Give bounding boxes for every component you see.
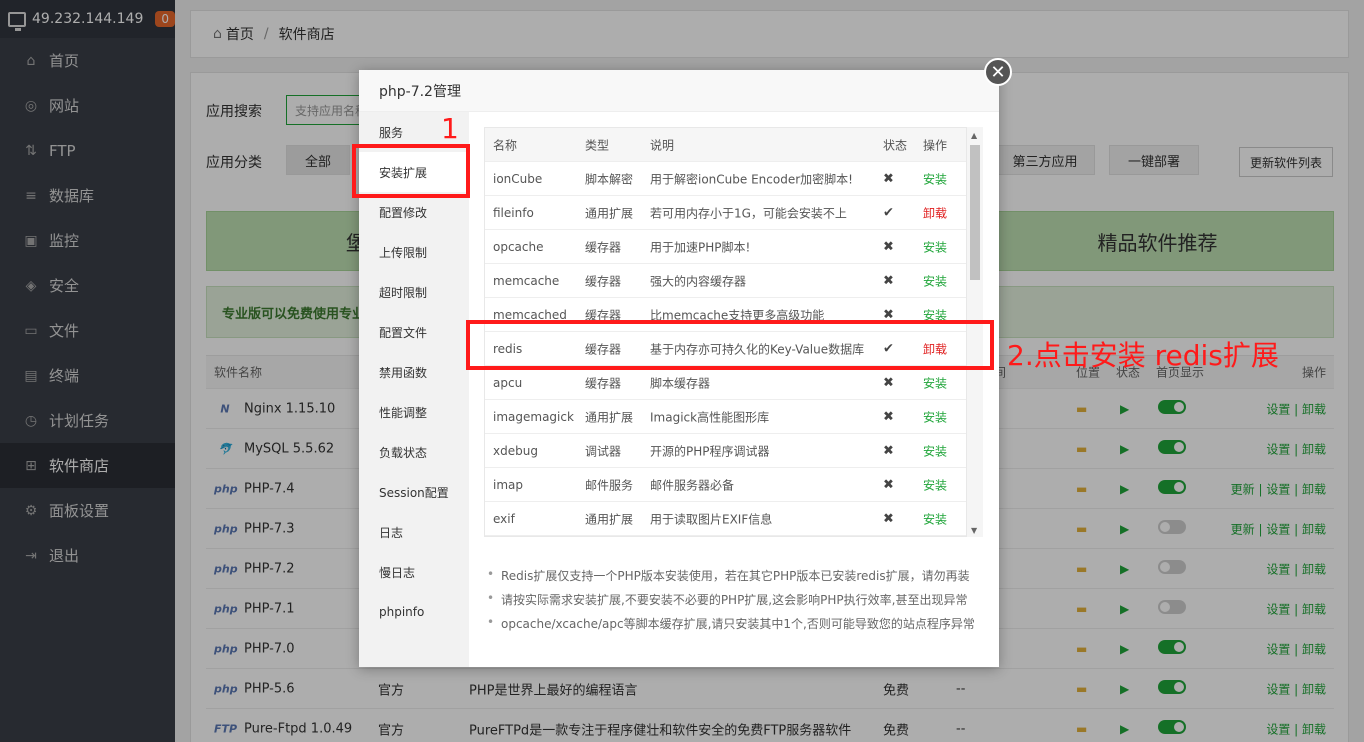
ext-header-name: 名称 (493, 138, 518, 152)
extension-name: imap (493, 477, 523, 492)
tip-item: opcache/xcache/apc等脚本缓存扩展,请只安装其中1个,否则可能导… (487, 615, 987, 639)
cross-icon: ✖ (883, 273, 894, 288)
extension-name: imagemagick (493, 409, 574, 424)
extension-table-header: 名称 类型 说明 状态 操作 (485, 128, 966, 162)
install-link[interactable]: 安装 (923, 272, 947, 289)
extension-row: xdebug 调试器 开源的PHP程序调试器 ✖ 安装 (485, 434, 966, 468)
ext-header-type: 类型 (585, 138, 610, 152)
tip-item: 请按实际需求安装扩展,不要安装不必要的PHP扩展,这会影响PHP执行效率,甚至出… (487, 591, 987, 615)
install-link[interactable]: 安装 (923, 170, 947, 187)
extension-description: 开源的PHP程序调试器 (650, 444, 770, 458)
extension-description: 邮件服务器必备 (650, 478, 735, 492)
extension-name: apcu (493, 375, 523, 390)
dialog-tab-8[interactable]: 负载状态 (359, 432, 469, 472)
extension-description: 用于读取图片EXIF信息 (650, 512, 773, 526)
extension-type: 缓存器 (585, 376, 622, 390)
extension-type: 邮件服务 (585, 478, 634, 492)
extension-description: 强大的内容缓存器 (650, 274, 747, 288)
extension-type: 调试器 (585, 444, 622, 458)
cross-icon: ✖ (883, 239, 894, 254)
extension-row: exif 通用扩展 用于读取图片EXIF信息 ✖ 安装 (485, 502, 966, 536)
install-link[interactable]: 安装 (923, 238, 947, 255)
dialog-tab-4[interactable]: 超时限制 (359, 272, 469, 312)
dialog-tab-3[interactable]: 上传限制 (359, 232, 469, 272)
install-link[interactable]: 安装 (923, 374, 947, 391)
extension-type: 缓存器 (585, 274, 622, 288)
cross-icon: ✖ (883, 409, 894, 424)
dialog-tab-9[interactable]: Session配置 (359, 472, 469, 512)
extension-description: 用于加速PHP脚本! (650, 240, 751, 254)
ext-header-status: 状态 (883, 138, 908, 152)
dialog-tab-11[interactable]: 慢日志 (359, 552, 469, 592)
extension-name: memcache (493, 273, 560, 288)
extension-description: Imagick高性能图形库 (650, 410, 770, 424)
annotation-step-2: 2.点击安装 redis扩展 (1007, 339, 1279, 372)
install-link[interactable]: 安装 (923, 476, 947, 493)
extension-row: fileinfo 通用扩展 若可用内存小于1G，可能会安装不上 ✔ 卸载 (485, 196, 966, 230)
extension-name: exif (493, 511, 515, 526)
scrollbar-thumb[interactable] (970, 145, 980, 280)
dialog-tab-5[interactable]: 配置文件 (359, 312, 469, 352)
extension-row: imagemagick 通用扩展 Imagick高性能图形库 ✖ 安装 (485, 400, 966, 434)
extension-description: 用于解密ionCube Encoder加密脚本! (650, 172, 853, 186)
tip-item: Redis扩展仅支持一个PHP版本安装使用，若在其它PHP版本已安装redis扩… (487, 567, 987, 591)
annotation-box-redis-row (466, 320, 994, 370)
extension-type: 缓存器 (585, 240, 622, 254)
scroll-up-icon[interactable]: ▲ (971, 131, 977, 140)
extension-name: fileinfo (493, 205, 534, 220)
dialog-title: php-7.2管理 (359, 70, 999, 112)
cross-icon: ✖ (883, 171, 894, 186)
extension-row: ionCube 脚本解密 用于解密ionCube Encoder加密脚本! ✖ 安装 (485, 162, 966, 196)
dialog-tab-7[interactable]: 性能调整 (359, 392, 469, 432)
dialog-tab-2[interactable]: 配置修改 (359, 192, 469, 232)
install-link[interactable]: 安装 (923, 408, 947, 425)
check-icon: ✔ (883, 205, 894, 220)
install-link[interactable]: 安装 (923, 442, 947, 459)
extension-name: ionCube (493, 171, 543, 186)
extension-row: opcache 缓存器 用于加速PHP脚本! ✖ 安装 (485, 230, 966, 264)
dialog-tab-12[interactable]: phpinfo (359, 592, 469, 632)
extension-description: 若可用内存小于1G，可能会安装不上 (650, 206, 847, 220)
annotation-step-1: 1 (441, 112, 459, 145)
dialog-tab-6[interactable]: 禁用函数 (359, 352, 469, 392)
extension-name: opcache (493, 239, 544, 254)
ext-header-op: 操作 (923, 138, 948, 152)
extension-tips: Redis扩展仅支持一个PHP版本安装使用，若在其它PHP版本已安装redis扩… (487, 567, 987, 639)
ext-header-desc: 说明 (650, 138, 675, 152)
scroll-down-icon[interactable]: ▼ (971, 526, 977, 535)
close-icon[interactable]: ✕ (984, 58, 1012, 86)
cross-icon: ✖ (883, 375, 894, 390)
extension-type: 通用扩展 (585, 410, 634, 424)
extension-row: apcu 缓存器 脚本缓存器 ✖ 安装 (485, 366, 966, 400)
extension-row: imap 邮件服务 邮件服务器必备 ✖ 安装 (485, 468, 966, 502)
annotation-box-install-extension (352, 144, 470, 198)
extension-description: 脚本缓存器 (650, 376, 711, 390)
extension-type: 通用扩展 (585, 206, 634, 220)
dialog-content: 名称 类型 说明 状态 操作 ionCube 脚本解密 用于解密ionCube En… (469, 112, 999, 667)
extension-row: memcache 缓存器 强大的内容缓存器 ✖ 安装 (485, 264, 966, 298)
uninstall-link[interactable]: 卸载 (923, 204, 947, 221)
extension-name: xdebug (493, 443, 538, 458)
extension-type: 通用扩展 (585, 512, 634, 526)
install-link[interactable]: 安装 (923, 510, 947, 527)
extension-type: 脚本解密 (585, 172, 634, 186)
cross-icon: ✖ (883, 511, 894, 526)
cross-icon: ✖ (883, 477, 894, 492)
dialog-tab-10[interactable]: 日志 (359, 512, 469, 552)
cross-icon: ✖ (883, 443, 894, 458)
